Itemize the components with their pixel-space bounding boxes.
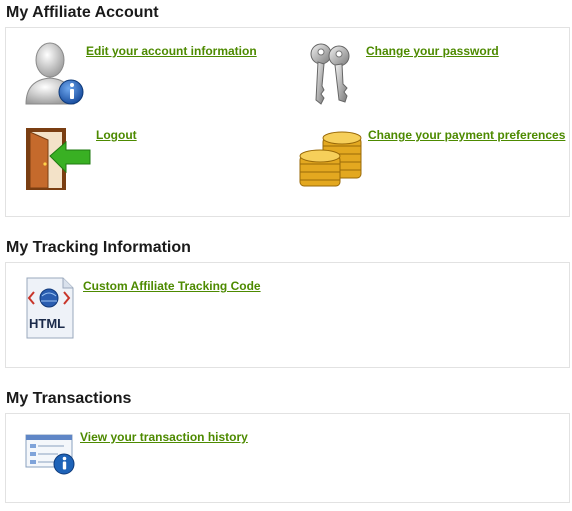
edit-account-link[interactable]: Edit your account information: [86, 44, 257, 58]
tracking-information-panel: [5, 262, 570, 368]
transaction-info-icon[interactable]: [24, 431, 76, 475]
user-info-icon[interactable]: [24, 40, 86, 106]
tracking-code-link[interactable]: Custom Affiliate Tracking Code: [83, 279, 261, 293]
section-title-transactions: My Transactions: [6, 390, 132, 407]
html-icon-label: HTML: [29, 316, 66, 331]
logout-door-icon[interactable]: [24, 126, 92, 192]
gold-coins-icon[interactable]: [297, 126, 365, 192]
html-document-icon[interactable]: HTML: [25, 276, 75, 340]
section-title-tracking-information: My Tracking Information: [6, 239, 191, 256]
transaction-history-link[interactable]: View your transaction history: [80, 430, 248, 444]
transactions-panel: [5, 413, 570, 503]
logout-link[interactable]: Logout: [96, 128, 137, 142]
payment-preferences-link[interactable]: Change your payment preferences: [368, 128, 565, 142]
keys-icon[interactable]: [305, 42, 357, 106]
section-title-affiliate-account: My Affiliate Account: [6, 4, 159, 21]
change-password-link[interactable]: Change your password: [366, 44, 499, 58]
